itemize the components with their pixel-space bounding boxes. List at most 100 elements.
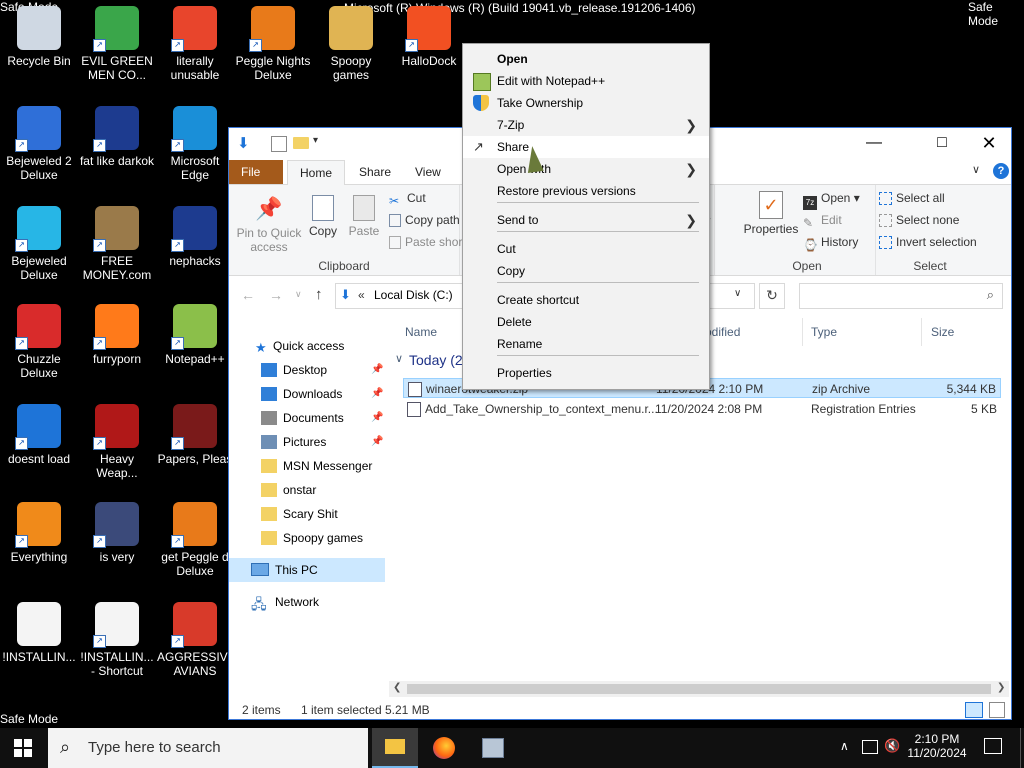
- up-arrow-icon[interactable]: ↑: [315, 286, 323, 303]
- nav-item-msn-messenger[interactable]: MSN Messenger: [229, 454, 385, 478]
- desktop-icon[interactable]: ↗ Peggle Nights Deluxe: [234, 0, 312, 92]
- desktop-icon[interactable]: ↗ Heavy Weap...: [78, 398, 156, 490]
- nav-item-spoopy-games[interactable]: Spoopy games: [229, 526, 385, 550]
- taskbar-file-explorer[interactable]: [372, 728, 418, 768]
- horizontal-scrollbar[interactable]: ❮ ❯: [389, 681, 1009, 697]
- desktop-icon[interactable]: ↗ furryporn: [78, 298, 156, 390]
- ribbon-collapse-chevron-icon[interactable]: ∨: [972, 163, 980, 176]
- back-arrow-icon[interactable]: ←: [241, 287, 255, 303]
- open-button[interactable]: 7z Open ▾: [803, 188, 860, 210]
- scrollbar-thumb[interactable]: [407, 684, 991, 694]
- recent-chevron-icon[interactable]: ∨: [295, 289, 302, 300]
- paste-shortcut-button[interactable]: Paste short: [389, 232, 466, 252]
- nav-item-downloads[interactable]: Downloads 📌: [229, 382, 385, 406]
- desktop-icon[interactable]: ↗ AGGRESSIVE AVIANS: [156, 596, 236, 688]
- details-view-icon[interactable]: [965, 702, 983, 718]
- desktop-icon[interactable]: ↗ EVIL GREEN MEN CO...: [78, 0, 156, 92]
- desktop-icon[interactable]: ↗ Bejeweled 2 Deluxe: [0, 100, 78, 192]
- tab-file[interactable]: File: [229, 160, 283, 184]
- desktop-icon[interactable]: !INSTALLIN...: [0, 596, 78, 688]
- menu-item-take-ownership[interactable]: Take Ownership: [463, 92, 709, 114]
- volume-muted-icon[interactable]: 🔇: [884, 738, 900, 754]
- menu-item-restore-previous-versions[interactable]: Restore previous versions: [463, 180, 709, 202]
- menu-item-cut[interactable]: Cut: [463, 238, 709, 260]
- menu-item-properties[interactable]: Properties: [463, 362, 709, 384]
- desktop-icon[interactable]: ↗ fat like darkok: [78, 100, 156, 192]
- desktop-icon[interactable]: ↗ Chuzzle Deluxe: [0, 298, 78, 390]
- taskbar-search-box[interactable]: ⌕ Type here to search: [48, 728, 368, 768]
- column-header-type[interactable]: Type: [811, 322, 837, 342]
- group-header-today[interactable]: Today (2: [409, 352, 463, 368]
- nav-this-pc[interactable]: This PC: [229, 558, 385, 582]
- address-dropdown-icon[interactable]: ∨: [734, 288, 741, 299]
- show-desktop-button[interactable]: [1020, 728, 1024, 768]
- notifications-icon[interactable]: [984, 738, 1002, 754]
- nav-item-documents[interactable]: Documents 📌: [229, 406, 385, 430]
- show-hidden-icons-chevron-icon[interactable]: ∧: [840, 739, 849, 753]
- desktop-icon[interactable]: Recycle Bin: [0, 0, 78, 92]
- menu-item-open[interactable]: Open: [463, 48, 709, 70]
- desktop-icon[interactable]: ↗ nephacks: [156, 200, 234, 292]
- desktop-icon[interactable]: ↗ Papers, Pleas: [156, 398, 234, 490]
- clock[interactable]: 2:10 PM 11/20/2024: [906, 732, 968, 760]
- menu-item-copy[interactable]: Copy: [463, 260, 709, 282]
- menu-item-send-to[interactable]: Send to ❯: [463, 209, 709, 231]
- network-tray-icon[interactable]: [862, 740, 878, 754]
- edit-button[interactable]: ✎ Edit: [803, 210, 842, 230]
- minimize-button[interactable]: —: [851, 128, 897, 160]
- menu-item-edit-with-notepad-[interactable]: Edit with Notepad++: [463, 70, 709, 92]
- paste-button[interactable]: Paste: [345, 195, 383, 238]
- desktop-icon[interactable]: ↗ Notepad++: [156, 298, 234, 390]
- properties-checkbox-icon[interactable]: [271, 136, 287, 152]
- nav-quick-access[interactable]: ★ Quick access: [229, 334, 385, 358]
- windows-start-icon[interactable]: [14, 739, 32, 757]
- desktop-icon[interactable]: ↗ doesnt load: [0, 398, 78, 490]
- desktop-icon[interactable]: Spoopy games: [312, 0, 390, 92]
- table-row[interactable]: Add_Take_Ownership_to_context_menu.r... 1…: [403, 399, 1001, 419]
- menu-item-7-zip[interactable]: 7-Zip ❯: [463, 114, 709, 136]
- group-collapse-chevron-icon[interactable]: ∨: [395, 352, 403, 365]
- select-none-button[interactable]: Select none: [879, 210, 959, 230]
- desktop-icon[interactable]: ↗ FREE MONEY.com: [78, 200, 156, 292]
- nav-item-pictures[interactable]: Pictures 📌: [229, 430, 385, 454]
- desktop-icon[interactable]: ↗ Bejeweled Deluxe: [0, 200, 78, 292]
- nav-item-onstar[interactable]: onstar: [229, 478, 385, 502]
- copy-button[interactable]: Copy: [305, 195, 341, 238]
- taskbar-firefox[interactable]: [422, 728, 466, 768]
- taskbar-app[interactable]: [470, 728, 514, 768]
- menu-item-rename[interactable]: Rename: [463, 333, 709, 355]
- column-header-date-modified[interactable]: odified: [705, 322, 740, 342]
- column-header-name[interactable]: Name: [405, 322, 437, 342]
- maximize-button[interactable]: □: [919, 128, 965, 160]
- menu-item-delete[interactable]: Delete: [463, 311, 709, 333]
- arrow-down-icon[interactable]: ⬇: [237, 136, 253, 152]
- desktop-icon[interactable]: ↗ get Peggle d Deluxe: [156, 496, 234, 588]
- desktop-icon[interactable]: ↗ Everything: [0, 496, 78, 588]
- menu-item-share[interactable]: ↗ Share: [463, 136, 709, 158]
- properties-button[interactable]: ✓ Properties: [743, 191, 799, 236]
- desktop-icon[interactable]: ↗ HalloDock: [390, 0, 468, 92]
- nav-network[interactable]: 🖧 Network: [229, 590, 385, 614]
- nav-item-desktop[interactable]: Desktop 📌: [229, 358, 385, 382]
- menu-item-open-with[interactable]: Open with ❯: [463, 158, 709, 180]
- history-button[interactable]: ⌚ History: [803, 232, 858, 252]
- cut-button[interactable]: ✂ Cut: [389, 188, 426, 208]
- scroll-left-icon[interactable]: ❮: [393, 682, 401, 693]
- scroll-right-icon[interactable]: ❯: [997, 682, 1005, 693]
- desktop-icon[interactable]: ↗ Microsoft Edge: [156, 100, 234, 192]
- nav-item-scary-shit[interactable]: Scary Shit: [229, 502, 385, 526]
- large-icons-view-icon[interactable]: [989, 702, 1005, 718]
- desktop-icon[interactable]: ↗ is very: [78, 496, 156, 588]
- copy-path-button[interactable]: Copy path: [389, 210, 460, 230]
- folder-icon[interactable]: [293, 137, 309, 149]
- desktop-icon[interactable]: ↗ literally unusable: [156, 0, 234, 92]
- menu-item-create-shortcut[interactable]: Create shortcut: [463, 289, 709, 311]
- column-header-size[interactable]: Size: [931, 322, 954, 342]
- pin-quick-access-button[interactable]: 📌 Pin to Quick access: [233, 195, 305, 254]
- select-all-button[interactable]: Select all: [879, 188, 945, 208]
- close-button[interactable]: ✕: [966, 128, 1012, 160]
- forward-arrow-icon[interactable]: →: [269, 287, 283, 303]
- tab-share[interactable]: Share: [347, 160, 403, 184]
- desktop-icon[interactable]: ↗ !INSTALLIN... - Shortcut: [78, 596, 156, 688]
- refresh-button[interactable]: ↻: [759, 283, 785, 309]
